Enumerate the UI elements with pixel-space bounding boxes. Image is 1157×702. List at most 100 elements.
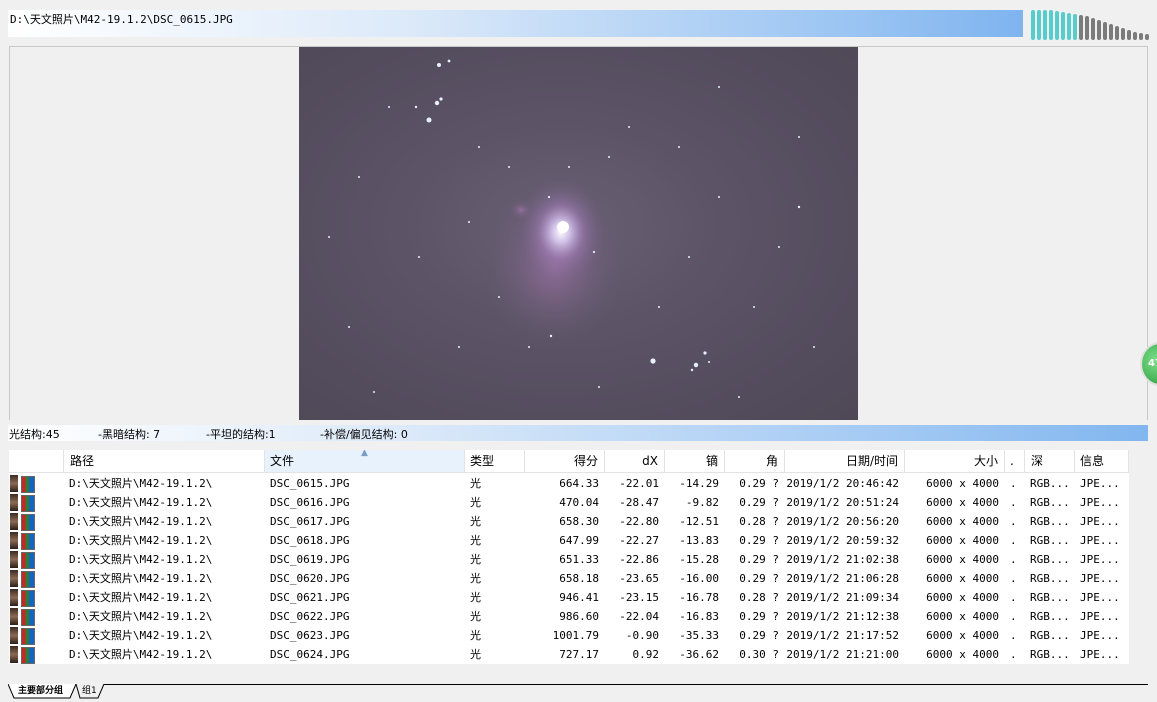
meter-bar <box>1073 14 1077 40</box>
cell-datetime: 2019/1/2 21:17:52 <box>786 629 899 642</box>
cell-file: DSC_0623.JPG <box>270 629 350 642</box>
cell-score: 651.33 <box>559 553 599 566</box>
checkbox-icon[interactable] <box>21 514 35 531</box>
checkbox-icon[interactable] <box>21 628 35 645</box>
column-header-angle[interactable]: 角 <box>725 450 785 473</box>
cell-info: JPE... <box>1080 534 1120 547</box>
cell-file: DSC_0616.JPG <box>270 496 350 509</box>
column-header-depth[interactable]: 深 <box>1025 450 1075 473</box>
cell-depth: RGB... <box>1030 477 1070 490</box>
cell-dot: . <box>1010 515 1017 528</box>
column-header-dy[interactable]: 镝 <box>665 450 725 473</box>
cell-score: 470.04 <box>559 496 599 509</box>
table-row[interactable]: D:\天文照片\M42-19.1.2\ DSC_0617.JPG 光 658.30 -2… <box>9 512 1129 531</box>
cell-dot: . <box>1010 534 1017 547</box>
column-header-file[interactable]: ▲ 文件 <box>265 450 465 473</box>
column-header-info[interactable]: 信息 <box>1075 450 1129 473</box>
table-row[interactable]: D:\天文照片\M42-19.1.2\ DSC_0621.JPG 光 946.41 -2… <box>9 588 1129 607</box>
column-header-dot[interactable]: . <box>1005 450 1025 473</box>
cell-depth: RGB... <box>1030 515 1070 528</box>
meter-bar <box>1097 20 1101 40</box>
cell-dx: -28.47 <box>619 496 659 509</box>
preview-image[interactable] <box>299 47 858 420</box>
cell-dy: -12.51 <box>679 515 719 528</box>
table-row[interactable]: D:\天文照片\M42-19.1.2\ DSC_0615.JPG 光 664.33 -2… <box>9 474 1129 493</box>
column-header-datetime[interactable]: 日期/时间 <box>785 450 905 473</box>
cell-type: 光 <box>470 477 481 490</box>
cell-file: DSC_0619.JPG <box>270 553 350 566</box>
checkbox-icon[interactable] <box>21 533 35 550</box>
cell-size: 6000 x 4000 <box>926 477 999 490</box>
cell-datetime: 2019/1/2 21:21:00 <box>786 648 899 661</box>
cell-depth: RGB... <box>1030 553 1070 566</box>
image-viewer[interactable] <box>9 46 1148 420</box>
meter-bar <box>1055 11 1059 40</box>
checkbox-icon[interactable] <box>21 590 35 607</box>
cell-depth: RGB... <box>1030 572 1070 585</box>
cell-file: DSC_0621.JPG <box>270 591 350 604</box>
table-row[interactable]: D:\天文照片\M42-19.1.2\ DSC_0622.JPG 光 986.60 -2… <box>9 607 1129 626</box>
thumbnail-icon <box>10 551 18 568</box>
meter-bar <box>1067 13 1071 40</box>
column-header-score[interactable]: 得分 <box>525 450 605 473</box>
cell-file: DSC_0624.JPG <box>270 648 350 661</box>
checkbox-icon[interactable] <box>21 571 35 588</box>
flat-frames-count: -平坦的结构:1 <box>206 428 276 441</box>
cell-info: JPE... <box>1080 648 1120 661</box>
cell-type: 光 <box>470 610 481 623</box>
cell-datetime: 2019/1/2 21:02:38 <box>786 553 899 566</box>
checkbox-icon[interactable] <box>21 609 35 626</box>
column-header-checkbox[interactable] <box>9 450 64 473</box>
cell-angle: 0.28 ? <box>739 515 779 528</box>
cell-score: 727.17 <box>559 648 599 661</box>
column-header-size[interactable]: 大小 <box>905 450 1005 473</box>
cell-datetime: 2019/1/2 20:46:42 <box>786 477 899 490</box>
cell-angle: 0.29 ? <box>739 477 779 490</box>
cell-angle: 0.29 ? <box>739 534 779 547</box>
table-row[interactable]: D:\天文照片\M42-19.1.2\ DSC_0624.JPG 光 727.17 0.… <box>9 645 1129 664</box>
table-row[interactable]: D:\天文照片\M42-19.1.2\ DSC_0616.JPG 光 470.04 -2… <box>9 493 1129 512</box>
cell-type: 光 <box>470 591 481 604</box>
checkbox-icon[interactable] <box>21 552 35 569</box>
table-row[interactable]: D:\天文照片\M42-19.1.2\ DSC_0620.JPG 光 658.18 -2… <box>9 569 1129 588</box>
checkbox-icon[interactable] <box>21 495 35 512</box>
table-row[interactable]: D:\天文照片\M42-19.1.2\ DSC_0618.JPG 光 647.99 -2… <box>9 531 1129 550</box>
tab-group-1[interactable]: 组1 <box>82 684 97 698</box>
cell-dot: . <box>1010 591 1017 604</box>
cell-score: 647.99 <box>559 534 599 547</box>
column-header-type[interactable]: 类型 <box>465 450 525 473</box>
meter-bar <box>1049 10 1053 40</box>
table-row[interactable]: D:\天文照片\M42-19.1.2\ DSC_0623.JPG 光 1001.79 -… <box>9 626 1129 645</box>
file-list-table: 路径 ▲ 文件 类型 得分 dX 镝 角 日期/时间 大小 . 深 信息 D:\… <box>9 450 1129 664</box>
thumbnail-icon <box>10 532 18 549</box>
column-header-dx[interactable]: dX <box>605 450 665 473</box>
cell-type: 光 <box>470 648 481 661</box>
cell-path: D:\天文照片\M42-19.1.2\ <box>69 591 213 604</box>
cell-dot: . <box>1010 496 1017 509</box>
checkbox-icon[interactable] <box>21 476 35 493</box>
cell-path: D:\天文照片\M42-19.1.2\ <box>69 515 213 528</box>
table-row[interactable]: D:\天文照片\M42-19.1.2\ DSC_0619.JPG 光 651.33 -2… <box>9 550 1129 569</box>
bias-frames-count: -补偿/偏见结构: 0 <box>320 428 408 441</box>
cell-dx: -22.80 <box>619 515 659 528</box>
thumbnail-icon <box>10 646 18 663</box>
column-header-path[interactable]: 路径 <box>64 450 265 473</box>
cell-path: D:\天文照片\M42-19.1.2\ <box>69 534 213 547</box>
meter-bar <box>1121 28 1125 40</box>
cell-type: 光 <box>470 629 481 642</box>
cell-path: D:\天文照片\M42-19.1.2\ <box>69 572 213 585</box>
cell-size: 6000 x 4000 <box>926 648 999 661</box>
meter-bar <box>1133 32 1137 40</box>
cell-info: JPE... <box>1080 610 1120 623</box>
cell-size: 6000 x 4000 <box>926 629 999 642</box>
checkbox-icon[interactable] <box>21 647 35 664</box>
dark-frames-count: -黑暗结构: 7 <box>98 428 161 441</box>
cell-depth: RGB... <box>1030 629 1070 642</box>
tab-main-group[interactable]: 主要部分组 <box>18 684 63 698</box>
meter-bar <box>1145 34 1149 40</box>
tab-strip-line <box>8 684 1148 685</box>
cell-dy: -14.29 <box>679 477 719 490</box>
cell-size: 6000 x 4000 <box>926 534 999 547</box>
cell-type: 光 <box>470 496 481 509</box>
cell-type: 光 <box>470 534 481 547</box>
